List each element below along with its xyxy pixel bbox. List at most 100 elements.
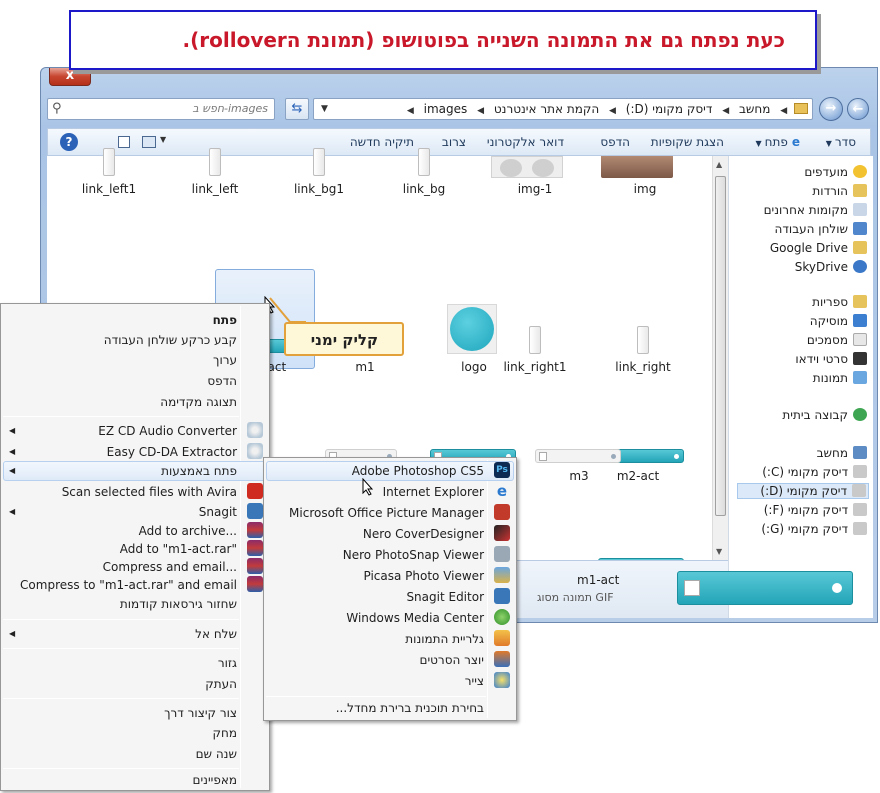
file-item[interactable]: m3 [529,449,629,483]
chevron-down-icon[interactable]: ▼ [160,135,166,144]
nav-music[interactable]: מוסיקה [810,314,867,328]
menu-item-cut[interactable]: גזור [218,656,237,670]
menu-item-open[interactable]: פתח [213,313,237,327]
address-bar[interactable]: ◀ מחשב ◀ דיסק מקומי (D:) ◀ הקמת אתר אינט… [313,98,813,120]
nav-label: שולחן העבודה [774,222,848,236]
view-icon[interactable] [142,136,156,148]
chevron-down-icon[interactable]: ▼ [318,99,331,119]
breadcrumb-project[interactable]: הקמת אתר אינטרנט [491,99,602,119]
breadcrumb-computer[interactable]: מחשב [736,99,773,119]
email-button[interactable]: דואר אלקטרוני [487,135,564,149]
nav-skydrive[interactable]: SkyDrive [795,260,867,274]
menu-separator [3,698,239,699]
nav-drive-c[interactable]: דיסק מקומי (C:) [762,465,867,479]
preview-pane-icon[interactable] [118,136,130,148]
file-item[interactable]: link_left1 [59,148,159,196]
menu-item-set-desktop-background[interactable]: קבע כרקע שולחן העבודה [104,333,237,347]
nav-desktop[interactable]: שולחן העבודה [775,222,867,236]
open-with-internet-explorer[interactable]: Internet Explorer [383,485,484,499]
menu-item-restore-previous-versions[interactable]: שחזור גירסאות קודמות [120,597,237,611]
nav-libraries[interactable]: ספריות [812,295,867,309]
nav-recent-places[interactable]: מקומות אחרונים [764,203,867,217]
menu-item-edit[interactable]: ערוך [213,353,237,367]
refresh-button[interactable]: ⇆ [285,98,309,120]
search-input[interactable]: ⚲ חפש ב-images [47,98,275,120]
nav-drive-d[interactable]: דיסק מקומי (D:) [737,483,869,499]
movie-maker-icon [494,651,510,667]
slideshow-button[interactable]: הצגת שקופיות [651,135,724,149]
scrollbar-thumb[interactable] [715,176,726,516]
search-icon: ⚲ [52,101,62,116]
desktop-icon [853,222,867,235]
open-with-nero-coverdesigner[interactable]: Nero CoverDesigner [363,527,484,541]
vertical-scrollbar[interactable]: ▲ ▼ [712,156,728,560]
forward-button[interactable]: ← [847,98,869,120]
print-button[interactable]: הדפס [600,135,630,149]
menu-item-compress-to-rar-and-email[interactable]: Compress to "m1-act.rar" and email [20,578,237,592]
open-with-paint[interactable]: צייר [465,674,484,688]
menu-item-properties[interactable]: מאפיינים [193,773,237,787]
nav-drive-g[interactable]: דיסק מקומי (G:) [761,522,867,536]
open-with-media-center[interactable]: Windows Media Center [346,611,484,625]
menu-item-preview[interactable]: תצוגה מקדימה [160,395,237,409]
nav-label: Google Drive [769,241,848,255]
nav-pictures[interactable]: תמונות [813,371,867,385]
open-with-nero-photosnap[interactable]: Nero PhotoSnap Viewer [343,548,484,562]
chevron-up-icon[interactable]: ▲ [716,160,722,169]
menu-item-add-to-archive[interactable]: Add to archive... [139,524,237,538]
open-with-choose-default[interactable]: בחירת תוכנית ברירת מחדל... [336,701,484,715]
open-with-office-picture-manager[interactable]: Microsoft Office Picture Manager [289,506,484,520]
file-item[interactable]: link_left [165,148,265,196]
videos-icon [853,352,867,365]
file-item[interactable]: link_bg1 [269,148,369,196]
menu-separator [266,696,486,697]
menu-item-open-with[interactable]: פתח באמצעות [161,464,237,478]
file-item[interactable]: logo [424,304,524,374]
menu-item-print[interactable]: הדפס [207,374,237,388]
menu-item-create-shortcut[interactable]: צור קיצור דרך [164,706,237,720]
menu-item-rename[interactable]: שנה שם [196,747,237,761]
menu-item-easy-cd-da-extractor[interactable]: Easy CD-DA Extractor [107,445,237,459]
submenu-arrow-icon: ◀ [9,629,16,638]
organize-button[interactable]: סדר▼ [826,135,856,149]
open-button[interactable]: eפתח▼ [755,135,800,149]
menu-item-delete[interactable]: מחק [212,726,237,740]
menu-item-send-to[interactable]: שלח אל [195,627,237,641]
right-click-callout: קליק ימני [284,322,404,356]
nav-label: קבוצה ביתית [782,408,848,422]
open-with-movie-maker[interactable]: יוצר הסרטים [420,653,485,667]
nav-google-drive[interactable]: Google Drive [770,241,867,255]
nav-computer[interactable]: מחשב [817,446,867,460]
menu-item-scan-avira[interactable]: Scan selected files with Avira [62,485,237,499]
nav-favorites[interactable]: מועדפים [804,165,867,179]
burn-button[interactable]: צרוב [442,135,466,149]
help-icon[interactable]: ? [60,133,78,151]
file-item[interactable]: img [595,156,695,196]
breadcrumb-drive[interactable]: דיסק מקומי (D:) [623,99,716,119]
mouse-cursor-icon [362,478,374,496]
breadcrumb-images[interactable]: images [421,99,471,119]
file-item[interactable]: img-1 [485,156,585,196]
menu-item-copy[interactable]: העתק [205,677,237,691]
nav-downloads[interactable]: הורדות [812,184,867,198]
close-button[interactable]: x [49,68,91,86]
open-with-snagit-editor[interactable]: Snagit Editor [406,590,484,604]
nav-homegroup[interactable]: קבוצה ביתית [782,408,867,422]
open-with-picasa[interactable]: Picasa Photo Viewer [363,569,484,583]
open-with-photo-gallery[interactable]: גלריית התמונות [405,632,484,646]
documents-icon [853,333,867,346]
menu-item-ez-cd-audio-converter[interactable]: EZ CD Audio Converter [98,424,237,438]
nav-videos[interactable]: סרטי וידאו [795,352,867,366]
chevron-down-icon[interactable]: ▼ [716,547,722,556]
menu-item-snagit[interactable]: Snagit [199,505,237,519]
menu-separator [3,416,239,417]
file-item[interactable]: link_bg [374,148,474,196]
file-item[interactable]: link_right [593,326,693,374]
open-with-photoshop[interactable]: Adobe Photoshop CS5 [352,464,484,478]
nav-documents[interactable]: מסמכים [807,333,867,347]
menu-item-compress-and-email[interactable]: Compress and email... [103,560,237,574]
new-folder-button[interactable]: תיקיה חדשה [350,135,414,149]
nav-drive-f[interactable]: דיסק מקומי (F:) [764,503,867,517]
menu-item-add-to-rar[interactable]: Add to "m1-act.rar" [120,542,237,556]
back-button[interactable]: → [819,97,843,121]
